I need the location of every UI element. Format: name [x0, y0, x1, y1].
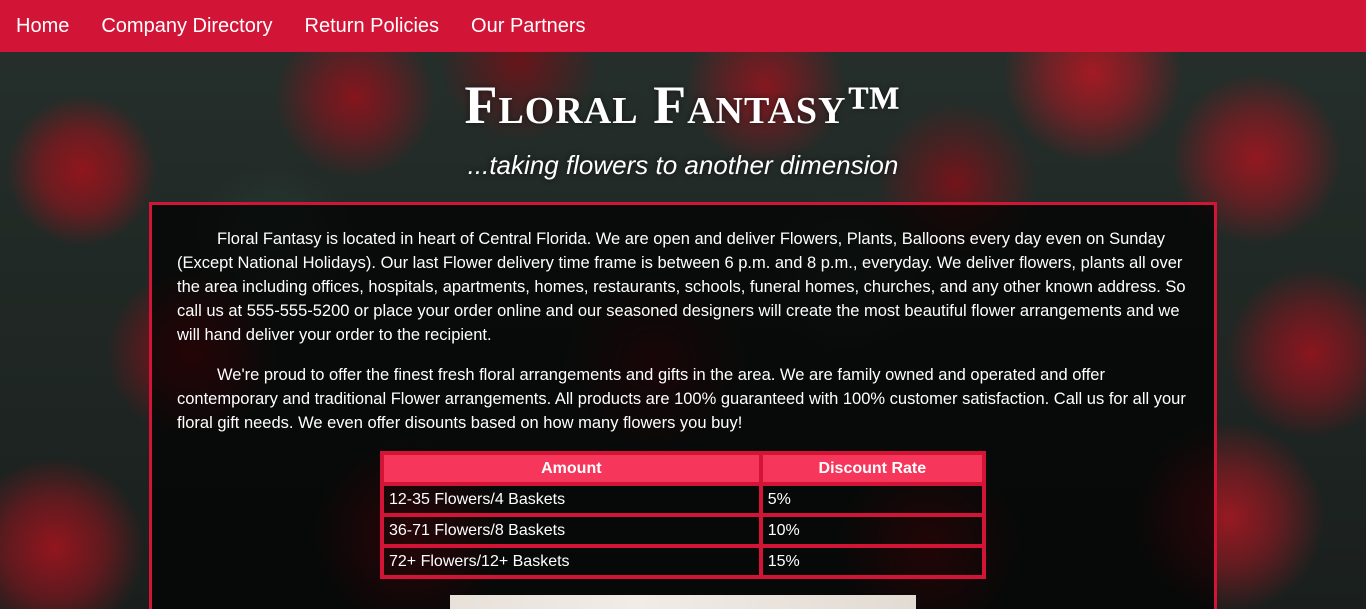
nav-link-home[interactable]: Home [16, 15, 69, 38]
nav-link-our-partners[interactable]: Our Partners [471, 15, 585, 38]
main-content-box: Floral Fantasy is located in heart of Ce… [149, 202, 1217, 609]
cell-amount: 36-71 Flowers/8 Baskets [382, 515, 761, 546]
cell-discount-rate: 10% [760, 515, 984, 546]
table-row: 12-35 Flowers/4 Baskets 5% [382, 484, 984, 515]
site-title: Floral Fantasy™ [464, 75, 902, 135]
nav-link-company-directory[interactable]: Company Directory [101, 15, 272, 38]
table-row: 72+ Flowers/12+ Baskets 15% [382, 546, 984, 577]
nav-link-return-policies[interactable]: Return Policies [305, 15, 440, 38]
cell-discount-rate: 15% [760, 546, 984, 577]
discount-table: Amount Discount Rate 12-35 Flowers/4 Bas… [380, 451, 986, 579]
table-header-row: Amount Discount Rate [382, 453, 984, 484]
about-paragraph: We're proud to offer the finest fresh fl… [177, 366, 1186, 432]
cell-amount: 72+ Flowers/12+ Baskets [382, 546, 761, 577]
site-tagline: ...taking flowers to another dimension [467, 150, 899, 180]
cell-discount-rate: 5% [760, 484, 984, 515]
intro-paragraph: Floral Fantasy is located in heart of Ce… [177, 230, 1186, 344]
column-header-discount-rate: Discount Rate [760, 453, 984, 484]
table-row: 36-71 Flowers/8 Baskets 10% [382, 515, 984, 546]
featured-image [450, 595, 916, 609]
top-navbar: Home Company Directory Return Policies O… [0, 0, 1366, 52]
column-header-amount: Amount [382, 453, 761, 484]
cell-amount: 12-35 Flowers/4 Baskets [382, 484, 761, 515]
